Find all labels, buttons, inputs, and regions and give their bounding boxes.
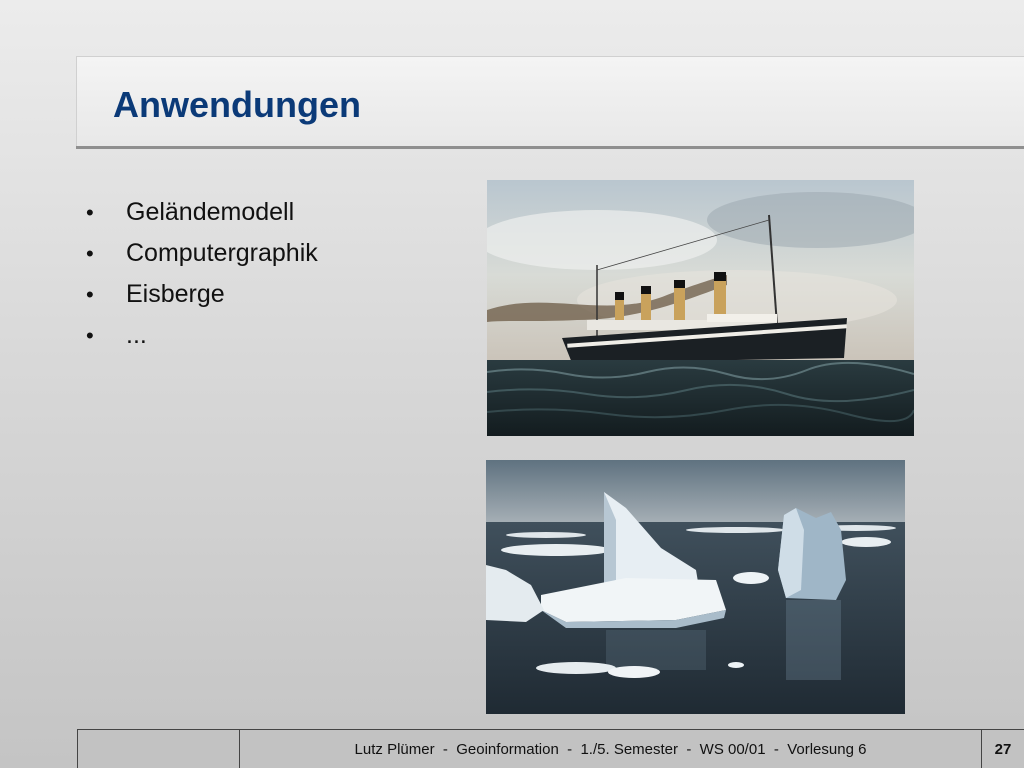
footer-left-cell bbox=[78, 730, 240, 768]
page-number: 27 bbox=[994, 740, 1012, 758]
bullet-item: • Geländemodell bbox=[86, 192, 318, 233]
footer-text: Lutz Plümer - Geoinformation - 1./5. Sem… bbox=[240, 730, 982, 768]
bullet-item: • Computergraphik bbox=[86, 233, 318, 274]
bullet-marker: • bbox=[86, 323, 94, 348]
bullet-item: • Eisberge bbox=[86, 274, 318, 315]
title-divider bbox=[76, 146, 1024, 149]
bullet-list: • Geländemodell • Computergraphik • Eisberg… bbox=[86, 192, 318, 356]
bullet-item: •... bbox=[86, 315, 318, 356]
iceberg-image bbox=[486, 460, 905, 714]
bullet-marker: • bbox=[86, 282, 94, 307]
bullet-text: ... bbox=[126, 321, 147, 349]
bullet-marker: • bbox=[86, 200, 94, 225]
slide-title: Anwendungen bbox=[113, 84, 361, 125]
footer-bar: Lutz Plümer - Geoinformation - 1./5. Sem… bbox=[77, 729, 1024, 768]
bullet-marker: • bbox=[86, 241, 94, 266]
bullet-text: Geländemodell bbox=[126, 198, 295, 226]
bullet-text: Eisberge bbox=[126, 280, 225, 308]
ship-image bbox=[487, 180, 914, 436]
bullet-text: Computergraphik bbox=[126, 239, 318, 267]
